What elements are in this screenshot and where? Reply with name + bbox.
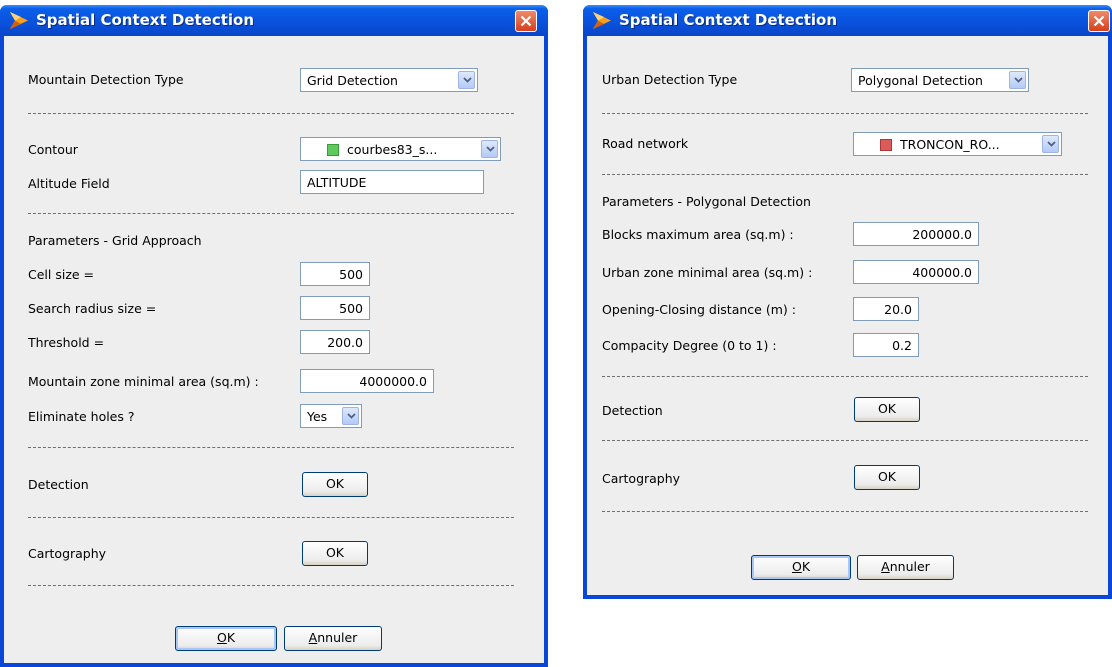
min-area-value: 4000000.0 [359,374,427,389]
opening-closing-value: 20.0 [884,302,912,317]
road-network-value: TRONCON_RO... [900,137,1000,152]
cartography-ok-button[interactable]: OK [854,465,920,490]
separator [28,517,514,518]
layer-color-swatch [327,144,339,156]
detection-ok-button[interactable]: OK [302,472,368,497]
dialog-title: Spatial Context Detection [619,11,838,29]
separator [602,174,1088,175]
dialog-body: Mountain Detection Type Grid Detection C… [4,36,544,663]
compacity-input[interactable]: 0.2 [853,333,919,357]
search-radius-value: 500 [339,301,363,316]
separator [28,113,514,114]
close-button[interactable] [1088,10,1110,32]
eliminate-holes-value: Yes [307,409,328,424]
detection-type-select[interactable]: Grid Detection [300,68,478,92]
ok-mnemonic: O [791,559,802,574]
cartography-ok-button[interactable]: OK [302,541,368,566]
separator [602,113,1088,114]
parameters-title: Parameters - Grid Approach [28,233,202,248]
chevron-down-icon[interactable] [458,71,475,89]
contour-layer-value: courbes83_s... [347,142,438,157]
chevron-down-icon[interactable] [1009,71,1026,89]
compacity-value: 0.2 [892,338,912,353]
threshold-label: Threshold = [28,335,105,350]
chevron-down-icon[interactable] [1042,135,1059,153]
cell-size-label: Cell size = [28,267,95,282]
ok-mnemonic: O [216,630,227,645]
min-area-label: Mountain zone minimal area (sq.m) : [28,374,259,389]
app-logo-icon [593,12,611,29]
separator [28,585,514,586]
detection-ok-button[interactable]: OK [854,397,920,422]
urban-min-area-value: 400000.0 [912,265,972,280]
altitude-field-input[interactable]: ALTITUDE [300,170,484,194]
eliminate-holes-select[interactable]: Yes [300,404,362,428]
search-radius-label: Search radius size = [28,301,157,316]
min-area-input[interactable]: 4000000.0 [300,369,434,393]
urban-detection-dialog: Spatial Context Detection Urban Detectio… [583,5,1112,599]
title-bar[interactable]: Spatial Context Detection [0,5,548,36]
detection-type-label: Mountain Detection Type [28,72,184,87]
ok-button[interactable]: OK [751,555,851,580]
detection-type-value: Polygonal Detection [858,73,983,88]
chevron-down-icon[interactable] [342,407,359,425]
detection-type-value: Grid Detection [307,73,398,88]
parameters-title: Parameters - Polygonal Detection [602,194,811,209]
detection-label: Detection [28,477,89,492]
urban-min-area-input[interactable]: 400000.0 [853,260,979,284]
chevron-down-icon[interactable] [481,140,498,158]
separator [602,511,1088,512]
cancel-label: nnuler [889,559,930,574]
threshold-input[interactable]: 200.0 [300,330,370,354]
blocks-max-area-label: Blocks maximum area (sq.m) : [602,227,794,242]
contour-layer-select[interactable]: courbes83_s... [300,137,501,161]
detection-label: Detection [602,403,663,418]
cartography-label: Cartography [28,546,107,561]
separator [28,447,514,448]
cartography-label: Cartography [602,471,681,486]
cell-size-value: 500 [339,267,363,282]
ok-button[interactable]: OK [175,626,277,651]
app-logo-icon [10,12,28,29]
blocks-max-area-input[interactable]: 200000.0 [853,222,979,246]
altitude-field-label: Altitude Field [28,176,110,191]
separator [602,376,1088,377]
ok-label: K [801,559,811,574]
road-network-select[interactable]: TRONCON_RO... [853,132,1062,156]
threshold-value: 200.0 [327,335,363,350]
cancel-mnemonic: A [881,559,890,574]
mountain-detection-dialog: Spatial Context Detection Mountain Detec… [0,5,548,667]
road-network-label: Road network [602,136,689,151]
search-radius-input[interactable]: 500 [300,296,370,320]
layer-color-swatch [880,139,892,151]
cancel-button[interactable]: Annuler [284,626,382,651]
detection-type-label: Urban Detection Type [602,72,738,87]
contour-label: Contour [28,142,78,157]
blocks-max-area-value: 200000.0 [912,227,972,242]
opening-closing-label: Opening-Closing distance (m) : [602,302,796,317]
close-icon [1093,15,1105,27]
compacity-label: Compacity Degree (0 to 1) : [602,338,777,353]
detection-type-select[interactable]: Polygonal Detection [851,68,1029,92]
close-button[interactable] [515,10,537,32]
ok-label: K [226,630,236,645]
separator [28,213,514,214]
eliminate-holes-label: Eliminate holes ? [28,409,135,424]
title-bar[interactable]: Spatial Context Detection [583,5,1112,36]
altitude-field-value: ALTITUDE [307,175,367,190]
cell-size-input[interactable]: 500 [300,262,370,286]
separator [602,440,1088,441]
dialog-title: Spatial Context Detection [36,11,255,29]
cancel-button[interactable]: Annuler [857,555,954,580]
cancel-label: nnuler [317,630,358,645]
urban-min-area-label: Urban zone minimal area (sq.m) : [602,265,813,280]
cancel-mnemonic: A [308,630,318,645]
dialog-body: Urban Detection Type Polygonal Detection… [587,36,1108,595]
close-icon [520,15,532,27]
opening-closing-input[interactable]: 20.0 [853,297,919,321]
